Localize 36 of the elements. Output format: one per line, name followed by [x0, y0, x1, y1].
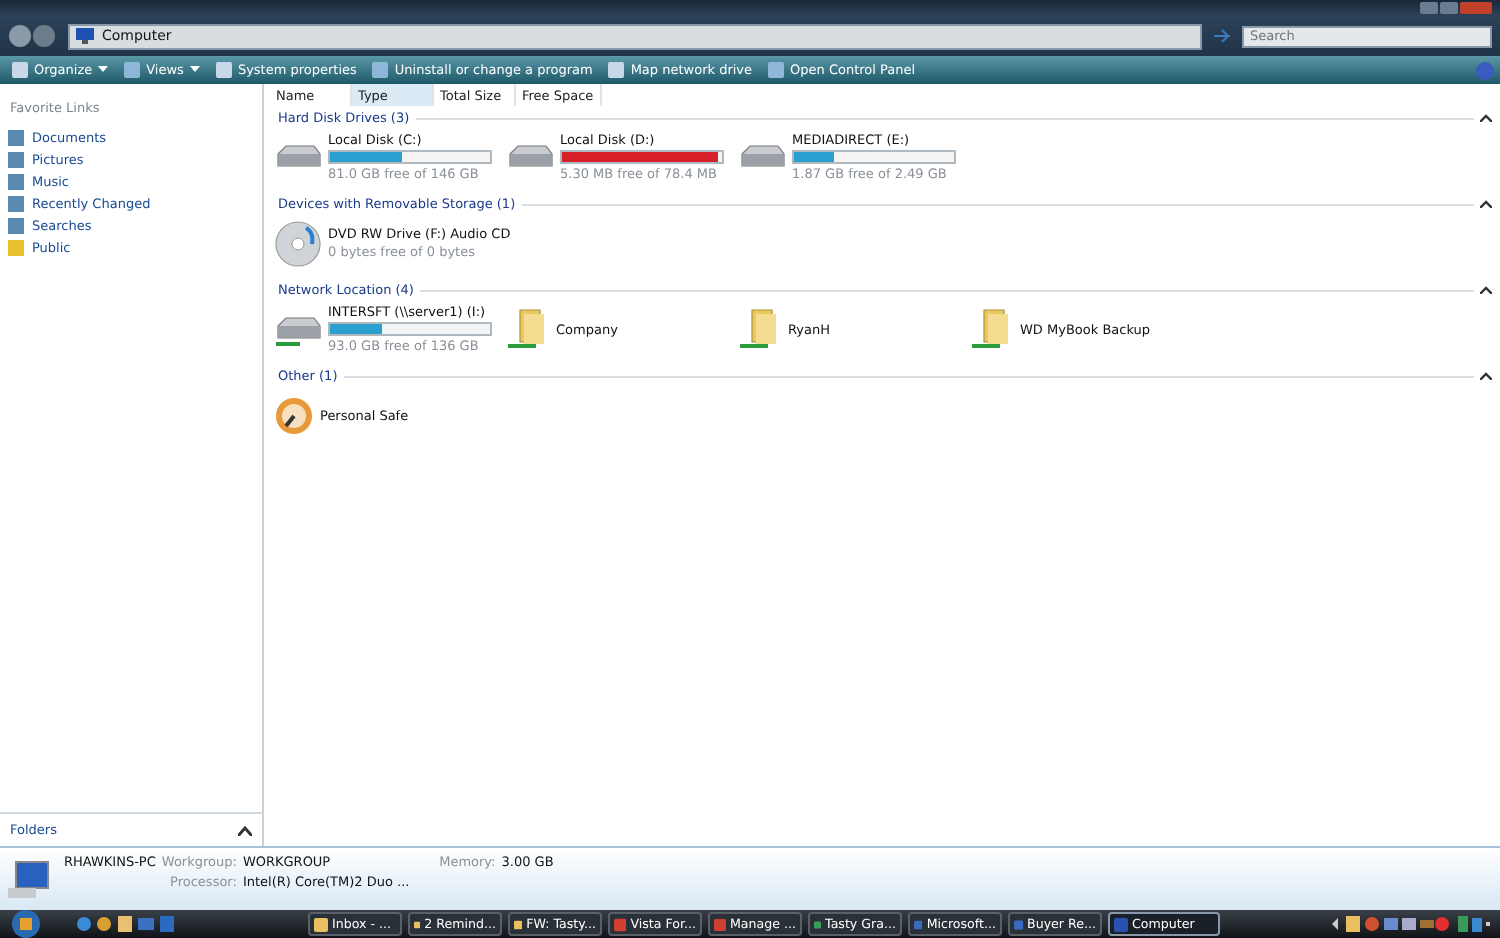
- folder-icon: [8, 239, 24, 255]
- start-button-icon[interactable]: [8, 910, 44, 938]
- toolbar-icon: [12, 62, 28, 78]
- toolbar-icon: [372, 62, 389, 78]
- disc-icon[interactable]: [274, 219, 322, 267]
- app-icon: [1114, 917, 1128, 931]
- collapse-icon[interactable]: [238, 825, 252, 835]
- toolbar-icon: [215, 62, 232, 78]
- app-icon: [1014, 917, 1024, 931]
- app-icon: [414, 917, 421, 931]
- quick-launch-icon[interactable]: [76, 916, 176, 932]
- system-tray-icon[interactable]: [1332, 916, 1492, 932]
- app-icon: [614, 917, 627, 931]
- app-icon: [714, 917, 726, 931]
- app-icon: [514, 917, 523, 931]
- collapse-icon[interactable]: [1480, 286, 1492, 294]
- network-folder-icon[interactable]: [970, 305, 1014, 353]
- network-folder-icon[interactable]: [738, 305, 782, 353]
- computer-icon: [8, 859, 52, 899]
- toolbar-icon: [124, 62, 141, 78]
- collapse-icon[interactable]: [1480, 200, 1492, 208]
- safe-icon[interactable]: [274, 395, 314, 435]
- caret-icon: [189, 66, 200, 74]
- computer-icon: [76, 28, 94, 44]
- toolbar-icon: [608, 62, 625, 78]
- refresh-icon[interactable]: [1210, 26, 1234, 46]
- app-icon: [314, 917, 328, 931]
- toolbar-icon: [768, 62, 785, 78]
- network-folder-icon[interactable]: [506, 305, 550, 353]
- collapse-icon[interactable]: [1480, 372, 1492, 380]
- collapse-icon[interactable]: [1480, 114, 1492, 122]
- app-icon: [814, 917, 822, 931]
- window-controls-icon[interactable]: [1420, 2, 1492, 14]
- app-icon: [914, 917, 923, 931]
- back-forward-icon[interactable]: [8, 24, 60, 48]
- caret-icon: [98, 66, 109, 74]
